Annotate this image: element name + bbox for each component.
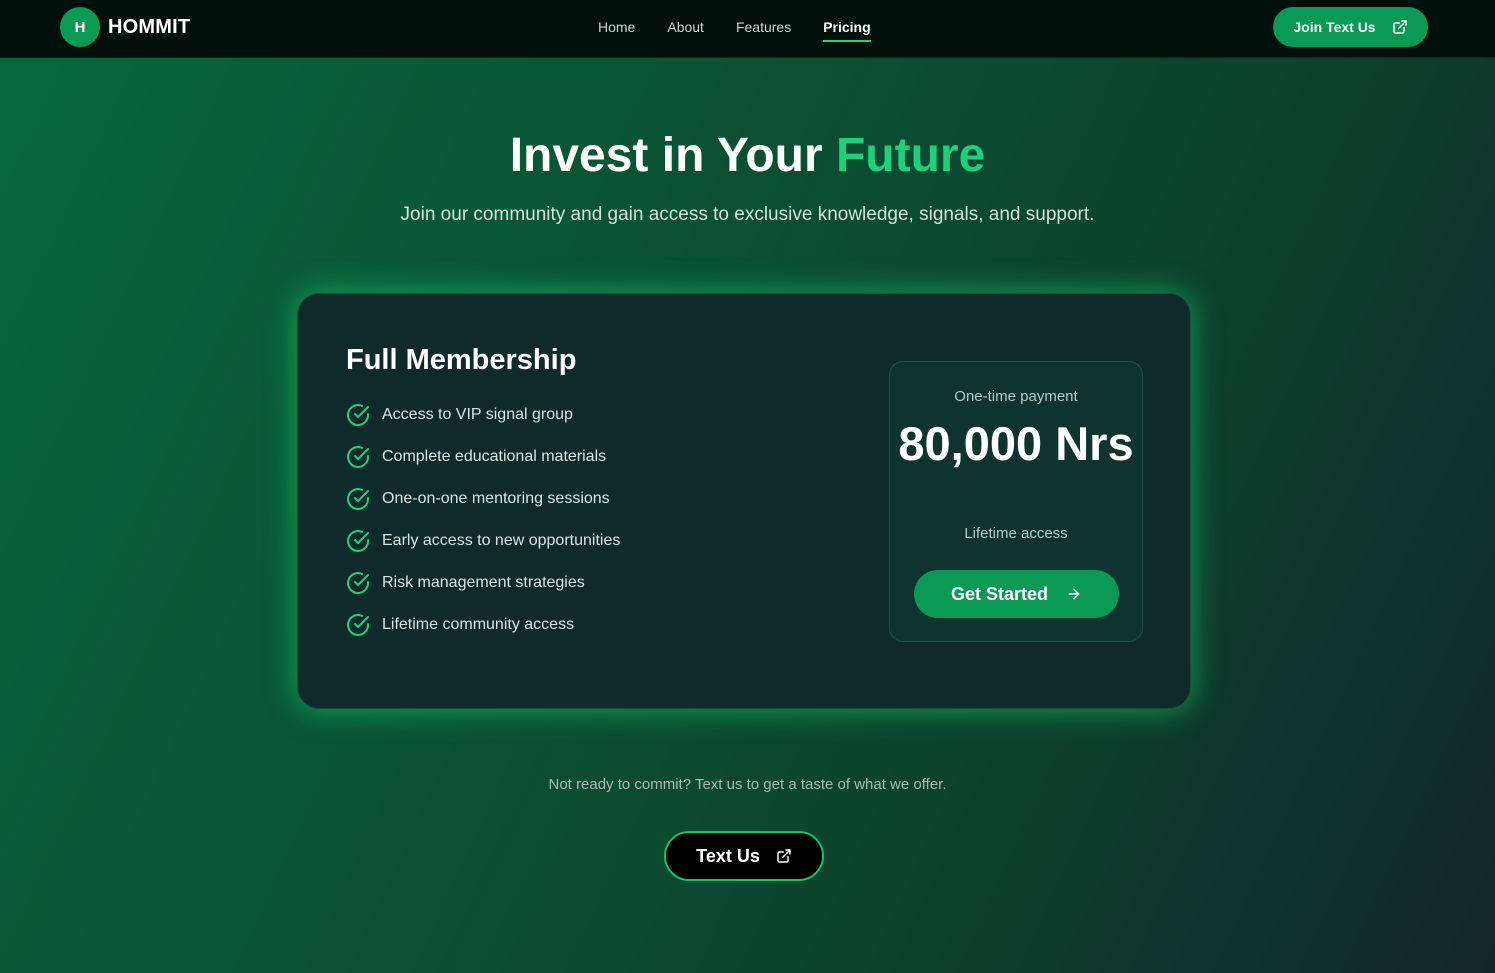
brand-logo: H	[60, 7, 100, 47]
feature-text: Complete educational materials	[382, 448, 607, 465]
price-box: One-time payment 80,000 Nrs Lifetime acc…	[889, 361, 1143, 642]
feature-item: Early access to new opportunities	[346, 520, 620, 562]
nav-link-pricing[interactable]: Pricing	[823, 18, 871, 42]
text-us-label: Text Us	[696, 845, 760, 866]
get-started-label: Get Started	[950, 583, 1049, 604]
price-note: Lifetime access	[964, 525, 1068, 542]
external-link-icon	[776, 848, 792, 864]
brand-name: HOMMIT	[108, 15, 191, 38]
check-circle-icon	[346, 403, 370, 427]
feature-text: Risk management strategies	[382, 574, 585, 591]
commit-note: Not ready to commit? Text us to get a ta…	[548, 776, 947, 793]
feature-text: Access to VIP signal group	[382, 406, 573, 423]
check-circle-icon	[346, 487, 370, 511]
brand-home-link[interactable]: H HOMMIT	[60, 7, 190, 47]
nav-link-about[interactable]: About	[667, 18, 704, 42]
check-circle-icon	[346, 613, 370, 637]
feature-list: Access to VIP signal group Complete educ…	[346, 394, 620, 646]
nav-link-home[interactable]: Home	[598, 18, 635, 42]
feature-item: Access to VIP signal group	[346, 394, 620, 436]
nav-link-features[interactable]: Features	[736, 18, 791, 42]
hero-title-accent: Future	[835, 129, 986, 182]
price-label: One-time payment	[954, 388, 1078, 405]
feature-item: Lifetime community access	[346, 604, 620, 646]
join-text-us-button[interactable]: Join Text Us	[1273, 7, 1428, 47]
arrow-right-icon	[1066, 586, 1082, 602]
top-navbar: H HOMMIT Home About Features Pricing Joi…	[0, 0, 1495, 58]
price-amount: 80,000 Nrs	[898, 417, 1134, 470]
get-started-button[interactable]: Get Started	[914, 570, 1119, 618]
join-text-us-label: Join Text Us	[1293, 19, 1376, 35]
check-circle-icon	[346, 529, 370, 553]
pricing-card: Full Membership Access to VIP signal gro…	[297, 293, 1191, 709]
external-link-icon	[1392, 19, 1408, 35]
feature-item: Complete educational materials	[346, 436, 620, 478]
feature-item: One-on-one mentoring sessions	[346, 478, 620, 520]
feature-text: Lifetime community access	[382, 616, 575, 633]
hero-title-main: Invest in Your	[509, 129, 836, 182]
text-us-button[interactable]: Text Us	[664, 831, 824, 881]
feature-item: Risk management strategies	[346, 562, 620, 604]
feature-text: Early access to new opportunities	[382, 532, 621, 549]
main-nav: Home About Features Pricing	[598, 18, 903, 42]
hero-title: Invest in Your Future	[0, 126, 1495, 186]
check-circle-icon	[346, 571, 370, 595]
check-circle-icon	[346, 445, 370, 469]
hero-subtitle: Join our community and gain access to ex…	[400, 204, 1095, 225]
plan-title: Full Membership	[346, 344, 577, 376]
feature-text: One-on-one mentoring sessions	[382, 490, 610, 507]
